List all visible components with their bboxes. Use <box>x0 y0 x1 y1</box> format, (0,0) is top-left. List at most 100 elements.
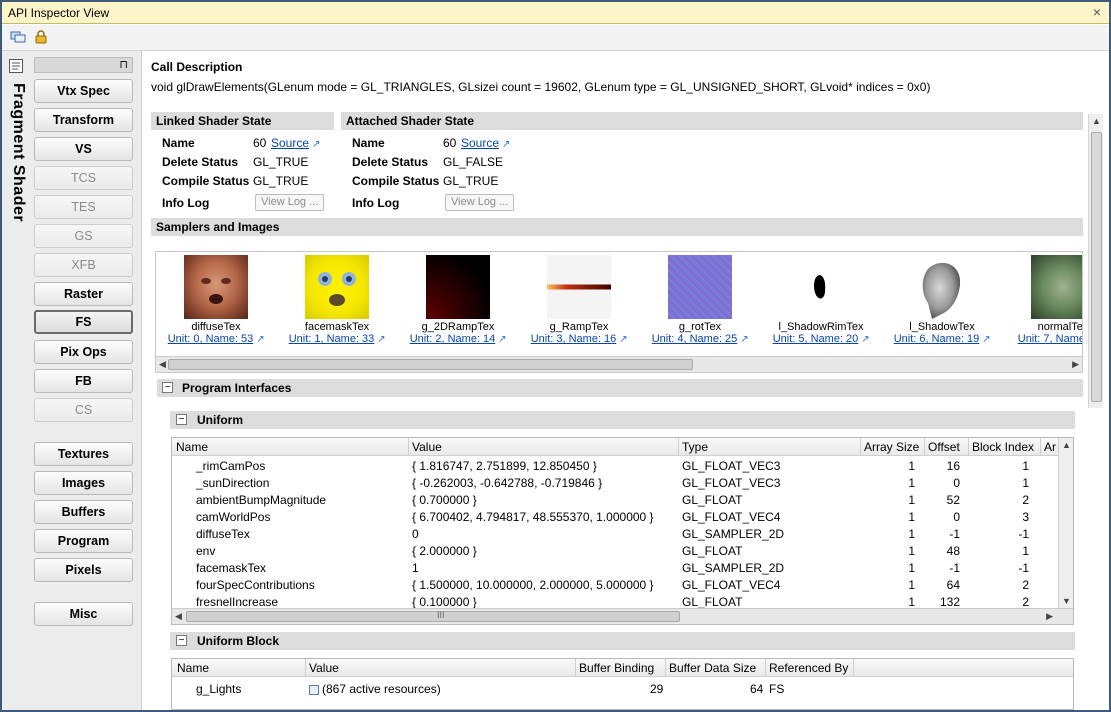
column-header-buffer-binding[interactable]: Buffer Binding <box>579 661 654 675</box>
sampler-unit-text[interactable]: Unit: 6, Name: 19 <box>894 333 980 345</box>
column-header-referenced-by[interactable]: Referenced By <box>769 661 848 675</box>
sampler-thumb[interactable]: g_2DRampTex Unit: 2, Name: 14 ↗ <box>398 255 518 345</box>
expand-icon[interactable] <box>309 684 319 695</box>
sampler-unit-link[interactable]: Unit: 4, Name: 25 ↗ <box>640 333 760 345</box>
pin-icon[interactable]: ⊓ <box>119 58 128 71</box>
scroll-up-icon[interactable]: ▲ <box>1092 116 1101 126</box>
column-header-name[interactable]: Name <box>177 661 209 675</box>
window-layout-icon[interactable] <box>10 30 26 44</box>
scrollbar-thumb[interactable] <box>1091 132 1102 402</box>
table-row[interactable]: facemaskTex 1 GL_SAMPLER_2D 1 -1 -1 <box>172 560 1073 577</box>
sampler-unit-link[interactable]: Unit: 0, Name: 53 ↗ <box>156 333 276 345</box>
uniform-vertical-scrollbar[interactable]: ▲ ▼ <box>1058 438 1073 608</box>
stage-button-tes[interactable]: TES <box>34 195 133 219</box>
scroll-right-icon[interactable]: ▶ <box>1072 359 1079 370</box>
column-header-name[interactable]: Name <box>176 440 208 454</box>
sampler-unit-link[interactable]: Unit: 6, Name: 19 ↗ <box>882 333 1002 345</box>
sampler-unit-text[interactable]: Unit: 0, Name: 53 <box>168 333 254 345</box>
table-row[interactable]: env { 2.000000 } GL_FLOAT 1 48 1 <box>172 543 1073 560</box>
attached-source-text[interactable]: Source <box>461 136 499 150</box>
table-row[interactable]: _rimCamPos { 1.816747, 2.751899, 12.85045… <box>172 458 1073 475</box>
table-row[interactable]: fourSpecContributions { 1.500000, 10.0000… <box>172 577 1073 594</box>
stage-button-cs[interactable]: CS <box>34 398 133 422</box>
sampler-thumb[interactable]: diffuseTex Unit: 0, Name: 53 ↗ <box>156 255 276 345</box>
resource-button-images[interactable]: Images <box>34 471 133 495</box>
texture-thumbnail[interactable] <box>668 255 732 319</box>
linked-source-link[interactable]: Source ↗ <box>271 136 320 150</box>
scroll-left-icon[interactable]: ◀ <box>159 359 166 370</box>
sampler-unit-text[interactable]: Unit: 3, Name: 16 <box>531 333 617 345</box>
stage-button-tcs[interactable]: TCS <box>34 166 133 190</box>
sampler-unit-text[interactable]: Unit: 5, Name: 20 <box>773 333 859 345</box>
stage-button-vs[interactable]: VS <box>34 137 133 161</box>
lock-icon[interactable] <box>34 30 50 44</box>
sampler-unit-text[interactable]: Unit: 1, Name: 33 <box>289 333 375 345</box>
scrollbar-thumb[interactable]: III <box>186 610 680 622</box>
stage-button-gs[interactable]: GS <box>34 224 133 248</box>
samplers-horizontal-scrollbar[interactable]: ◀ ▶ <box>156 356 1082 372</box>
program-interfaces-collapse-toggle[interactable]: − <box>162 382 173 393</box>
resource-button-textures[interactable]: Textures <box>34 442 133 466</box>
sampler-unit-link[interactable]: Unit: 2, Name: 14 ↗ <box>398 333 518 345</box>
sampler-unit-link[interactable]: Unit: 3, Name: 16 ↗ <box>519 333 639 345</box>
cell-value[interactable]: (867 active resources) <box>309 682 441 696</box>
sampler-unit-link[interactable]: Unit: 7, Name: 5↗ <box>1003 333 1082 345</box>
stage-button-xfb[interactable]: XFB <box>34 253 133 277</box>
texture-thumbnail[interactable] <box>184 255 248 319</box>
texture-thumbnail[interactable] <box>547 255 611 319</box>
sampler-unit-link[interactable]: Unit: 1, Name: 33 ↗ <box>277 333 397 345</box>
texture-thumbnail[interactable] <box>305 255 369 319</box>
sampler-thumb[interactable]: l_ShadowTex Unit: 6, Name: 19 ↗ <box>882 255 1002 345</box>
column-header-array-size[interactable]: Array Size <box>864 440 919 454</box>
column-header-block-index[interactable]: Block Index <box>972 440 1034 454</box>
linked-source-text[interactable]: Source <box>271 136 309 150</box>
scroll-down-icon[interactable]: ▼ <box>1062 596 1071 606</box>
stage-button-pix-ops[interactable]: Pix Ops <box>34 340 133 364</box>
sampler-unit-text[interactable]: Unit: 2, Name: 14 <box>410 333 496 345</box>
resource-button-buffers[interactable]: Buffers <box>34 500 133 524</box>
sampler-thumb[interactable]: normalTex Unit: 7, Name: 5↗ <box>1003 255 1082 345</box>
column-header-type[interactable]: Type <box>682 440 708 454</box>
misc-button[interactable]: Misc <box>34 602 133 626</box>
texture-thumbnail[interactable] <box>910 255 974 319</box>
column-header-buffer-data-size[interactable]: Buffer Data Size <box>669 661 756 675</box>
table-row[interactable]: camWorldPos { 6.700402, 4.794817, 48.5553… <box>172 509 1073 526</box>
sampler-thumb[interactable]: g_rotTex Unit: 4, Name: 25 ↗ <box>640 255 760 345</box>
stage-button-fb[interactable]: FB <box>34 369 133 393</box>
scroll-left-icon[interactable]: ◀ <box>175 611 182 622</box>
table-row[interactable]: ambientBumpMagnitude { 0.700000 } GL_FLOAT… <box>172 492 1073 509</box>
attached-view-log-button[interactable]: View Log ... <box>445 194 515 211</box>
details-vertical-scrollbar[interactable]: ▲ <box>1088 114 1103 408</box>
column-header-truncated[interactable]: Ar <box>1044 440 1056 454</box>
close-icon[interactable]: × <box>1093 4 1101 20</box>
table-row[interactable]: diffuseTex 0 GL_SAMPLER_2D 1 -1 -1 <box>172 526 1073 543</box>
stage-button-vtx-spec[interactable]: Vtx Spec <box>34 79 133 103</box>
stage-button-fs[interactable]: FS <box>34 310 133 334</box>
stage-button-raster[interactable]: Raster <box>34 282 133 306</box>
scroll-up-icon[interactable]: ▲ <box>1062 440 1071 450</box>
stage-button-transform[interactable]: Transform <box>34 108 133 132</box>
pin-bar[interactable]: ⊓ <box>34 57 133 73</box>
uniform-collapse-toggle[interactable]: − <box>176 414 187 425</box>
resource-button-program[interactable]: Program <box>34 529 133 553</box>
uniform-horizontal-scrollbar[interactable]: ◀ III ▶ <box>172 608 1073 624</box>
sampler-unit-text[interactable]: Unit: 4, Name: 25 <box>652 333 738 345</box>
table-row[interactable]: _sunDirection { -0.262003, -0.642788, -0.… <box>172 475 1073 492</box>
column-header-value[interactable]: Value <box>412 440 442 454</box>
attached-source-link[interactable]: Source ↗ <box>461 136 510 150</box>
texture-thumbnail[interactable] <box>789 255 853 319</box>
column-header-value[interactable]: Value <box>309 661 339 675</box>
texture-thumbnail[interactable] <box>426 255 490 319</box>
table-row[interactable]: g_Lights (867 active resources) 29 64 FS <box>172 681 1073 698</box>
scrollbar-thumb[interactable] <box>168 359 693 370</box>
sampler-unit-text[interactable]: Unit: 7, Name: 5 <box>1018 333 1082 345</box>
column-header-offset[interactable]: Offset <box>928 440 960 454</box>
linked-view-log-button[interactable]: View Log ... <box>255 194 325 211</box>
texture-thumbnail[interactable] <box>1031 255 1082 319</box>
uniform-block-collapse-toggle[interactable]: − <box>176 635 187 646</box>
resource-button-pixels[interactable]: Pixels <box>34 558 133 582</box>
sampler-thumb[interactable]: facemaskTex Unit: 1, Name: 33 ↗ <box>277 255 397 345</box>
sampler-thumb[interactable]: l_ShadowRimTex Unit: 5, Name: 20 ↗ <box>761 255 881 345</box>
sampler-thumb[interactable]: g_RampTex Unit: 3, Name: 16 ↗ <box>519 255 639 345</box>
scroll-right-icon[interactable]: ▶ <box>1046 611 1053 622</box>
